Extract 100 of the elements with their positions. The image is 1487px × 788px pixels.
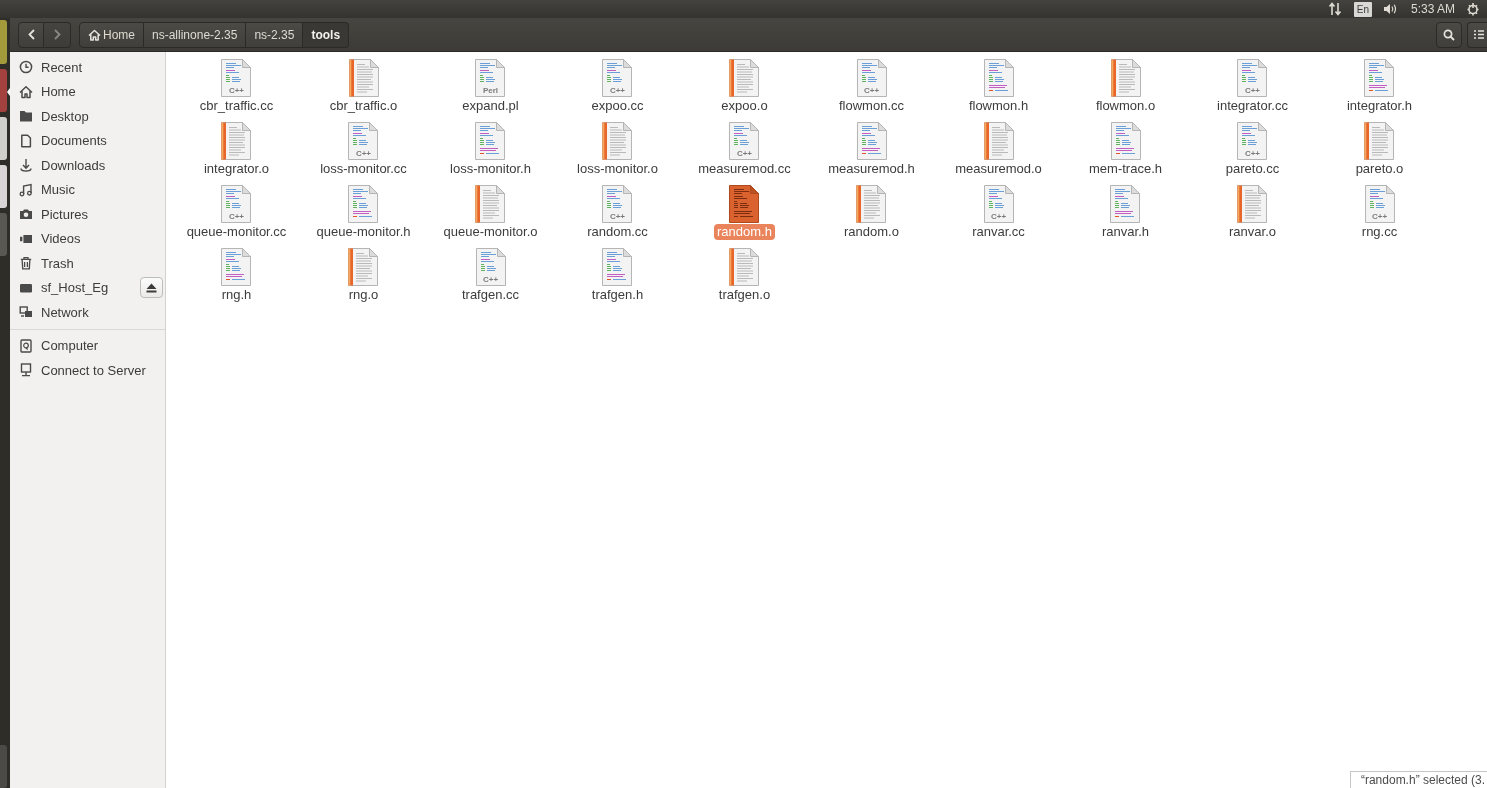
file-item[interactable]: rng.h — [218, 247, 255, 303]
file-item[interactable]: C++ cbr_traffic.cc — [196, 58, 277, 114]
file-icon — [221, 59, 252, 97]
sidebar-item[interactable]: sf_Host_Eg — [19, 280, 109, 296]
file-item[interactable]: rng.o — [345, 247, 382, 303]
file-icon — [856, 185, 887, 223]
file-item[interactable]: flowmon.h — [965, 58, 1032, 114]
file-icon — [475, 59, 506, 97]
file-icon — [475, 122, 506, 160]
network-icon — [19, 305, 33, 320]
file-item[interactable]: loss-monitor.o — [574, 121, 661, 177]
sidebar-item[interactable]: Trash — [19, 255, 74, 271]
file-type-label: C++ — [609, 212, 626, 221]
gear-icon[interactable] — [1466, 2, 1480, 16]
back-button[interactable] — [18, 21, 44, 48]
file-icon — [221, 185, 252, 223]
file-item[interactable]: measuremod.h — [825, 121, 918, 177]
keyboard-layout-indicator[interactable]: En — [1353, 1, 1372, 17]
file-item[interactable]: random.o — [841, 184, 902, 240]
file-icon — [1364, 59, 1395, 97]
file-item[interactable]: expoo.o — [718, 58, 771, 114]
chevron-right-icon — [53, 29, 61, 40]
volume-icon[interactable] — [1382, 2, 1398, 16]
chevron-left-icon — [27, 29, 35, 40]
file-icon — [1237, 59, 1268, 97]
file-item[interactable]: ranvar.o — [1226, 184, 1279, 240]
file-item[interactable]: C++ queue-monitor.cc — [183, 184, 290, 240]
file-icon — [983, 185, 1014, 223]
file-type-label: C++ — [228, 86, 245, 95]
file-item[interactable]: cbr_traffic.o — [326, 58, 401, 114]
sidebar-item[interactable]: Home — [19, 84, 76, 100]
file-icon — [729, 248, 760, 286]
file-type-label: Perl — [482, 86, 499, 95]
search-button[interactable] — [1436, 21, 1462, 48]
document-icon — [19, 133, 33, 148]
sidebar-item[interactable]: Network — [19, 304, 89, 320]
file-item[interactable]: queue-monitor.h — [313, 184, 414, 240]
file-item[interactable]: C++ trafgen.cc — [458, 247, 523, 303]
monitor-icon — [19, 363, 33, 378]
file-type-label: C++ — [1244, 86, 1261, 95]
file-icon — [602, 248, 633, 286]
file-item[interactable]: measuremod.o — [952, 121, 1045, 177]
up-down-arrows-icon[interactable] — [1327, 2, 1342, 16]
file-icon — [602, 59, 633, 97]
music-icon — [19, 182, 33, 197]
file-item[interactable]: trafgen.o — [715, 247, 774, 303]
file-type-label: C++ — [609, 86, 626, 95]
file-item[interactable]: queue-monitor.o — [440, 184, 541, 240]
file-type-label: C++ — [228, 212, 245, 221]
sidebar-item[interactable]: Pictures — [19, 206, 88, 222]
file-icon — [1237, 185, 1268, 223]
file-item[interactable]: C++ expoo.cc — [588, 58, 647, 114]
file-item[interactable]: integrator.o — [200, 121, 272, 177]
file-item[interactable]: integrator.h — [1343, 58, 1415, 114]
trash-icon — [19, 256, 33, 271]
file-item[interactable]: Perl expand.pl — [459, 58, 522, 114]
clock-icon — [19, 60, 33, 75]
file-item[interactable]: C++ measuremod.cc — [695, 121, 794, 177]
file-item[interactable]: C++ flowmon.cc — [836, 58, 907, 114]
file-icon — [348, 59, 379, 97]
file-item[interactable]: C++ integrator.cc — [1214, 58, 1291, 114]
sidebar-item[interactable]: Downloads — [19, 157, 106, 173]
file-icon — [348, 248, 379, 286]
view-options-button[interactable] — [1467, 21, 1487, 48]
file-item[interactable]: trafgen.h — [588, 247, 647, 303]
sidebar-item[interactable]: Computer — [19, 338, 99, 354]
file-icon — [856, 122, 887, 160]
path-button[interactable]: ns-2.35 — [246, 21, 304, 48]
file-item[interactable]: mem-trace.h — [1086, 121, 1165, 177]
list-icon — [1474, 30, 1484, 39]
file-item[interactable]: C++ ranvar.cc — [969, 184, 1028, 240]
sidebar-item[interactable]: Connect to Server — [19, 362, 146, 378]
sidebar-item[interactable]: Music — [19, 182, 75, 198]
file-item[interactable]: C++ rng.cc — [1358, 184, 1401, 240]
sidebar-item[interactable]: Recent — [19, 59, 83, 75]
sidebar-item[interactable]: Videos — [19, 231, 81, 247]
file-icon — [221, 122, 252, 160]
file-item[interactable]: C++ pareto.cc — [1222, 121, 1283, 177]
path-button[interactable]: Home — [79, 21, 144, 48]
file-icon — [729, 59, 760, 97]
file-item[interactable]: flowmon.o — [1092, 58, 1159, 114]
file-item[interactable]: loss-monitor.h — [447, 121, 534, 177]
file-type-label: C++ — [355, 149, 372, 158]
download-icon — [19, 158, 33, 173]
file-item[interactable]: ranvar.h — [1099, 184, 1152, 240]
path-button[interactable]: ns-allinone-2.35 — [144, 21, 247, 48]
file-icon — [983, 122, 1014, 160]
sidebar-item[interactable]: Documents — [19, 133, 107, 149]
path-button[interactable]: tools — [303, 21, 350, 48]
file-item[interactable]: C++ loss-monitor.cc — [317, 121, 410, 177]
file-icon — [729, 185, 760, 223]
file-item[interactable]: C++ random.cc — [584, 184, 651, 240]
sidebar-item[interactable]: Desktop — [19, 108, 89, 124]
file-icon — [729, 122, 760, 160]
file-icon — [475, 185, 506, 223]
file-type-label: C++ — [736, 149, 753, 158]
eject-button[interactable] — [140, 277, 163, 299]
home-icon — [88, 28, 101, 41]
file-item[interactable]: pareto.o — [1352, 121, 1407, 177]
clock[interactable]: 5:33 AM — [1410, 2, 1455, 16]
